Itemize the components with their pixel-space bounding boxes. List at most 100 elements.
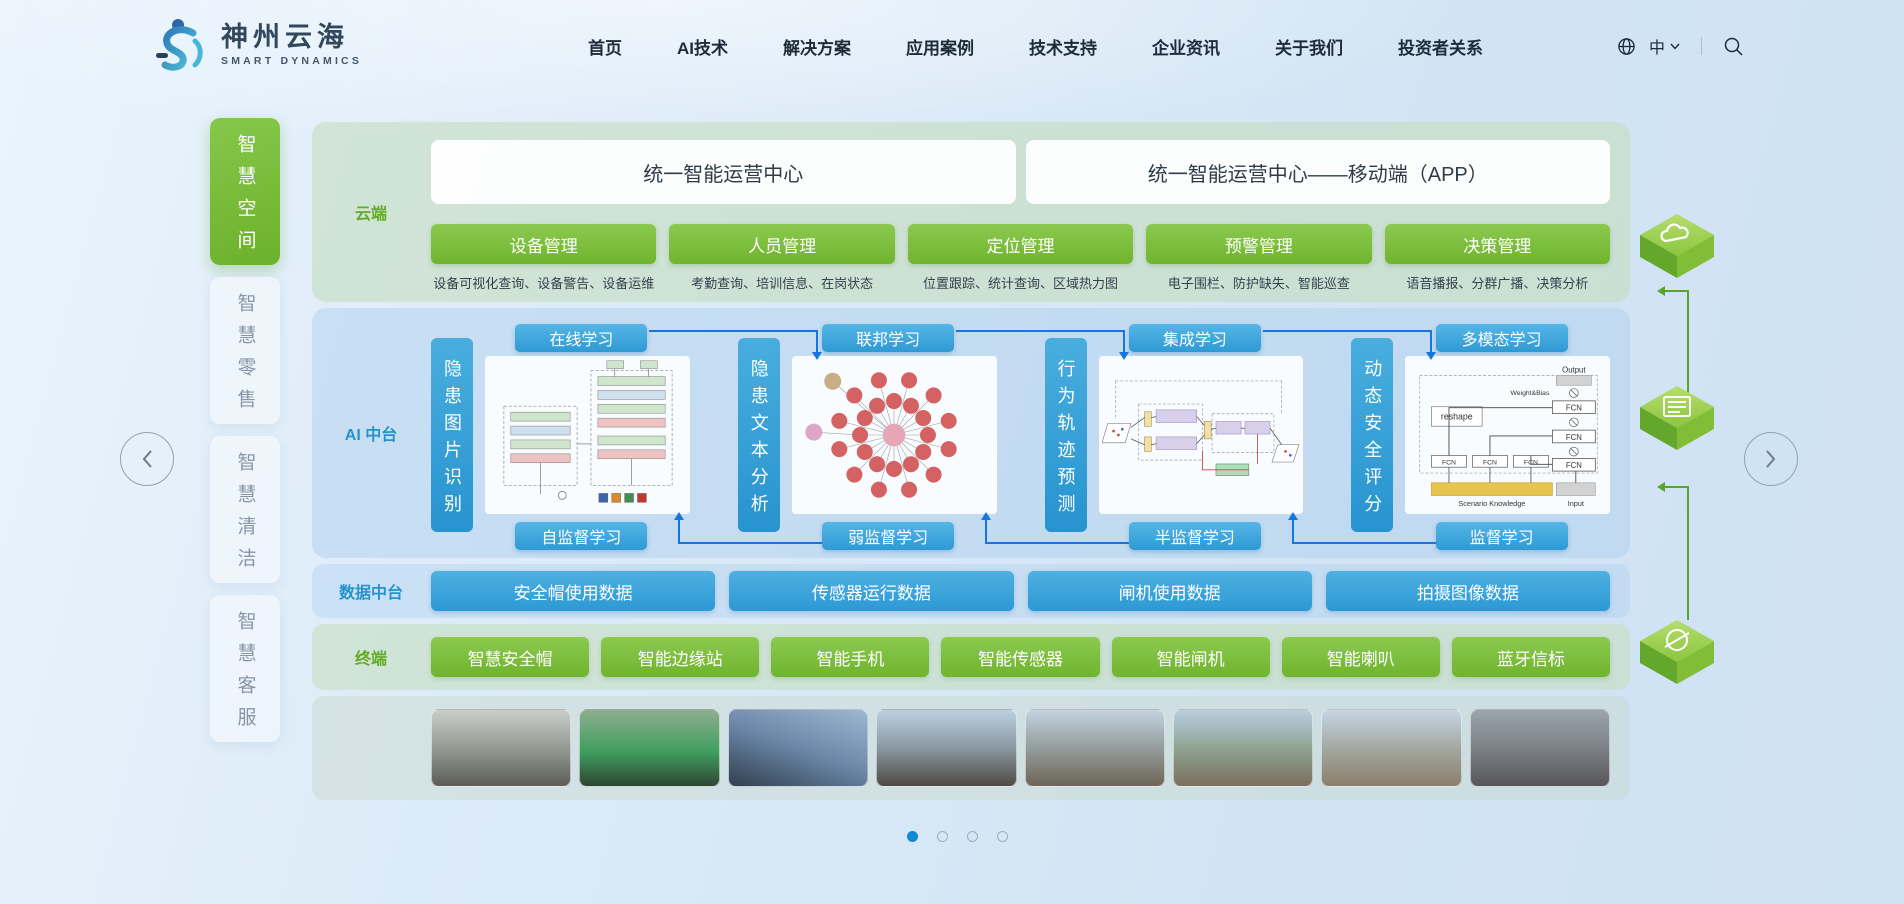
chip-online-learning: 在线学习 (515, 324, 647, 352)
data-chip-row: 安全帽使用数据 传感器运行数据 闸机使用数据 拍摄图像数据 (431, 571, 1610, 611)
cloud-platform-icon (1638, 214, 1716, 282)
desc-device-mgmt: 设备可视化查询、设备警告、设备运维 (431, 272, 656, 292)
desc-decision-mgmt: 语音播报、分群广播、决策分析 (1385, 272, 1610, 292)
chip-bluetooth-beacon: 蓝牙信标 (1452, 637, 1610, 677)
chip-smart-speaker: 智能喇叭 (1282, 637, 1440, 677)
management-chip-row: 设备管理 人员管理 定位管理 预警管理 决策管理 (431, 224, 1610, 264)
svg-text:Input: Input (1567, 499, 1583, 508)
chip-smartphone: 智能手机 (771, 637, 929, 677)
connector-top-2 (956, 330, 1125, 356)
carousel-dot-1[interactable] (907, 831, 918, 842)
bar-trajectory-prediction: 行为轨迹预测 (1045, 338, 1087, 532)
management-desc-row: 设备可视化查询、设备警告、设备运维 考勤查询、培训信息、在岗状态 位置跟踪、统计… (431, 272, 1610, 292)
connector-bottom-1 (678, 516, 822, 544)
nav-item-news[interactable]: 企业资讯 (1152, 34, 1220, 59)
device-platform-icon (1638, 620, 1716, 688)
bar-dynamic-safety-score: 动态安全评分 (1351, 338, 1393, 532)
tab-smart-space[interactable]: 智慧空间 (210, 118, 280, 265)
logo-cn: 神州云海 (221, 23, 362, 53)
main-nav: 首页 AI技术 解决方案 应用案例 技术支持 企业资讯 关于我们 投资者关系 (588, 0, 1483, 92)
chip-supervised: 监督学习 (1436, 522, 1568, 550)
connector-top-3 (1263, 330, 1432, 356)
tab-smart-service[interactable]: 智慧客服 (210, 595, 280, 742)
ai-platform-panel: AI 中台 在线学习 隐患图片识别 (312, 308, 1630, 558)
globe-icon[interactable] (1617, 37, 1636, 56)
tab-label: 智慧零售 (232, 280, 259, 421)
construction-photo (1025, 709, 1165, 787)
carousel-prev-button[interactable] (120, 432, 174, 486)
svg-text:FCN: FCN (1483, 459, 1497, 466)
search-icon[interactable] (1723, 36, 1744, 57)
svg-text:FCN: FCN (1442, 459, 1456, 466)
nav-item-investors[interactable]: 投资者关系 (1398, 34, 1483, 59)
nav-item-cases[interactable]: 应用案例 (906, 34, 974, 59)
bar-hazard-image-recognition: 隐患图片识别 (431, 338, 473, 532)
terminal-chip-row: 智慧安全帽 智能边缘站 智能手机 智能传感器 智能闸机 智能喇叭 蓝牙信标 (431, 637, 1610, 677)
chip-multimodal-learning: 多模态学习 (1436, 324, 1568, 352)
chip-smart-gate: 智能闸机 (1112, 637, 1270, 677)
connector-bottom-3 (1292, 516, 1436, 544)
knowledge-graph-diagram (792, 356, 997, 514)
chip-location-mgmt: 定位管理 (908, 224, 1133, 264)
chip-ensemble-learning: 集成学习 (1129, 324, 1261, 352)
construction-photo (431, 709, 571, 787)
chevron-down-icon (1670, 43, 1680, 50)
language-selector[interactable]: 中 (1649, 34, 1680, 58)
chip-personnel-mgmt: 人员管理 (669, 224, 894, 264)
transformer-diagram (485, 356, 690, 514)
construction-photo (1470, 709, 1610, 787)
logo-icon (155, 16, 209, 74)
chip-gate-data: 闸机使用数据 (1028, 571, 1312, 611)
language-label: 中 (1649, 34, 1665, 58)
chip-edge-station: 智能边缘站 (601, 637, 759, 677)
desc-personnel-mgmt: 考勤查询、培训信息、在岗状态 (669, 272, 894, 292)
solution-tabs: 智慧空间 智慧零售 智慧清洁 智慧客服 (210, 118, 280, 742)
nav-item-home[interactable]: 首页 (588, 34, 622, 59)
construction-photo (579, 709, 719, 787)
chip-smart-sensor: 智能传感器 (941, 637, 1099, 677)
connector-bottom-2 (985, 516, 1129, 544)
carousel-dot-3[interactable] (967, 831, 978, 842)
construction-photo (876, 709, 1016, 787)
page: 神州云海 SMART DYNAMICS 首页 AI技术 解决方案 应用案例 技术… (0, 0, 1904, 904)
data-platform-panel: 数据中台 安全帽使用数据 传感器运行数据 闸机使用数据 拍摄图像数据 (312, 564, 1630, 618)
trajectory-pipeline-diagram (1099, 356, 1304, 514)
svg-text:Weight&Bias: Weight&Bias (1510, 390, 1549, 397)
bar-hazard-text-analysis: 隐患文本分析 (738, 338, 780, 532)
desc-alert-mgmt: 电子围栏、防护缺失、智能巡查 (1146, 272, 1371, 292)
data-platform-icon (1638, 386, 1716, 454)
nav-item-solutions[interactable]: 解决方案 (783, 34, 851, 59)
connector-top-1 (649, 330, 818, 356)
photos-panel (312, 696, 1630, 800)
chip-federated-learning: 联邦学习 (822, 324, 954, 352)
svg-text:Output: Output (1562, 366, 1586, 375)
logo-text: 神州云海 SMART DYNAMICS (221, 23, 362, 68)
logo-en: SMART DYNAMICS (221, 55, 362, 67)
tab-label: 智慧空间 (232, 121, 259, 262)
chevron-right-icon (1765, 449, 1777, 469)
chip-helmet-data: 安全帽使用数据 (431, 571, 715, 611)
svg-text:Scenario Knowledge: Scenario Knowledge (1458, 499, 1525, 508)
fcn-diagram: Output FCN FCN FCN Weight&Bias (1405, 356, 1610, 514)
svg-text:reshape: reshape (1441, 411, 1473, 421)
nav-item-about[interactable]: 关于我们 (1275, 34, 1343, 59)
row-label-terminal: 终端 (312, 624, 430, 690)
nav-item-support[interactable]: 技术支持 (1029, 34, 1097, 59)
carousel-next-button[interactable] (1744, 432, 1798, 486)
desc-location-mgmt: 位置跟踪、统计查询、区域热力图 (908, 272, 1133, 292)
svg-text:FCN: FCN (1565, 461, 1581, 470)
header-right: 中 (1617, 0, 1744, 92)
carousel-dot-2[interactable] (937, 831, 948, 842)
tab-smart-cleaning[interactable]: 智慧清洁 (210, 436, 280, 583)
row-label-data: 数据中台 (312, 564, 430, 618)
site-header: 神州云海 SMART DYNAMICS 首页 AI技术 解决方案 应用案例 技术… (0, 0, 1904, 92)
green-connector-2 (1661, 486, 1689, 620)
chip-semi-supervised: 半监督学习 (1129, 522, 1261, 550)
logo[interactable]: 神州云海 SMART DYNAMICS (155, 16, 362, 74)
row-label-ai: AI 中台 (312, 308, 430, 558)
carousel-dot-4[interactable] (997, 831, 1008, 842)
nav-item-ai-tech[interactable]: AI技术 (677, 34, 728, 59)
row-label-cloud: 云端 (312, 122, 430, 302)
tab-smart-retail[interactable]: 智慧零售 (210, 277, 280, 424)
svg-text:FCN: FCN (1565, 433, 1581, 442)
